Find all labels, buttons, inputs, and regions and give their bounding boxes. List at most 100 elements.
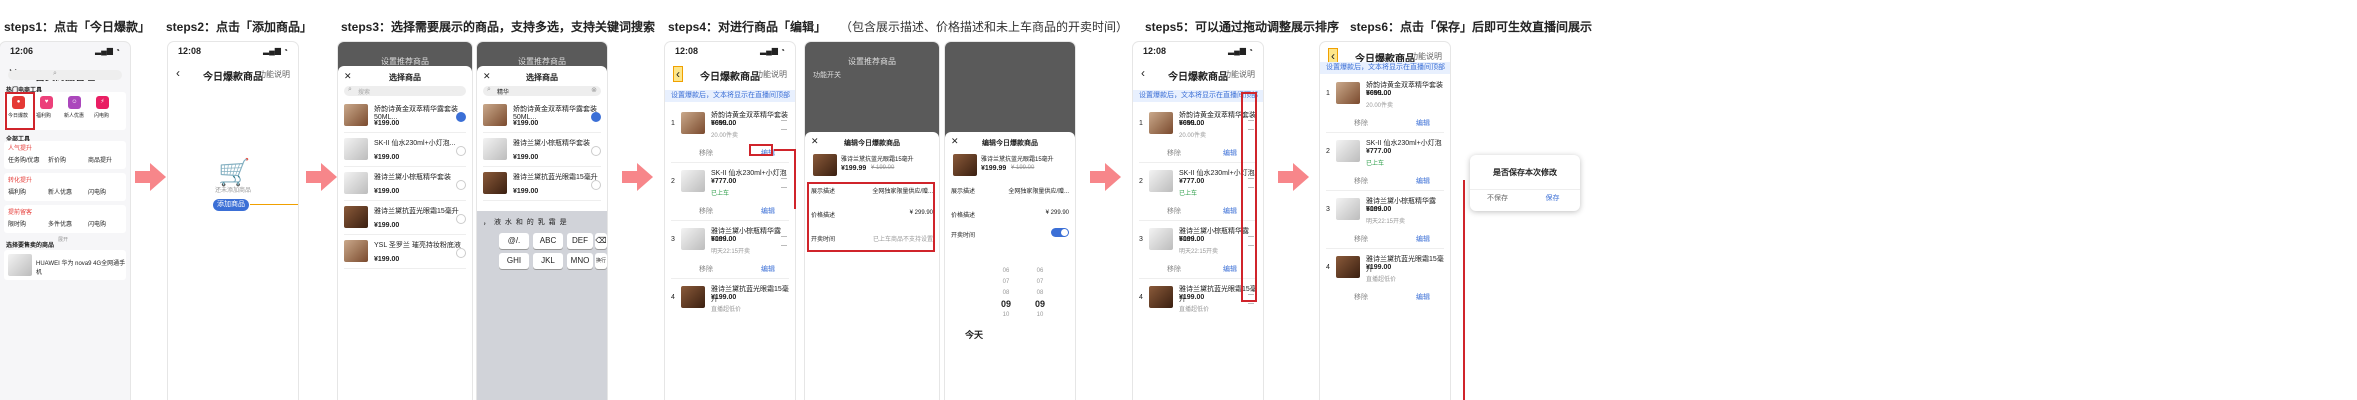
key[interactable]: ABC [533, 233, 563, 249]
edit-button[interactable]: 编辑 [1416, 118, 1430, 128]
drag-handle-icon[interactable] [781, 120, 787, 130]
add-product-button[interactable]: 添加商品 [213, 199, 249, 211]
product-row[interactable]: 雅诗兰黛抗蓝光眼霜15毫升 ¥199.00 [344, 202, 466, 235]
product-checkbox[interactable] [456, 214, 466, 224]
section-b-title: 转化提升 [8, 178, 33, 184]
help-link[interactable]: 功能说明 [1223, 69, 1255, 80]
product-row[interactable]: YSL 圣罗兰 璀亮持妆粉底液 ¥199.00 [344, 236, 466, 269]
remove-button[interactable]: 移除 [1354, 234, 1368, 244]
nosave-button[interactable]: 不保存 [1470, 193, 1525, 203]
c-item-3[interactable]: 闪电购 [88, 219, 106, 228]
newline-key[interactable]: 换行 [595, 253, 607, 269]
field-start-time-label: 开卖时间 [951, 233, 976, 239]
product-row[interactable]: HUAWEI 华为 nova9 4G全网通手机 [4, 250, 126, 280]
product-thumb [1149, 170, 1173, 192]
help-link[interactable]: 功能说明 [755, 69, 787, 80]
step3-title: steps3：选择需要展示的商品，支持多选，支持关键词搜索 [341, 20, 656, 34]
edit-button[interactable]: 编辑 [761, 264, 775, 274]
list-item[interactable]: 4 雅诗兰黛抗蓝光眼霜15毫升 ¥199.00 直播超低价 [1139, 280, 1257, 336]
candidate-bar[interactable]: ， 液 水 和 的 乳 霜 是 [483, 217, 568, 227]
edit-button[interactable]: 编辑 [1223, 264, 1237, 274]
select-sheet: ✕ 选择商品 ⌕ 搜索 娇韵诗黄金双萃精华露套装50ML... ¥199.00 … [338, 66, 472, 400]
c-item-1[interactable]: 限时购 [8, 219, 26, 228]
product-price: ¥699.00 [1366, 90, 1392, 97]
product-checkbox[interactable] [456, 248, 466, 258]
section-c: 提前留客 限时购 多件优惠 闪电购 [4, 205, 126, 233]
delete-key[interactable]: ⌫ [595, 233, 607, 249]
product-checkbox[interactable] [456, 180, 466, 190]
picker-minutes[interactable]: 06 07 08 09 10 [1035, 266, 1045, 321]
key[interactable]: MNO [567, 253, 593, 269]
search-input[interactable]: ⌕ 精华 ⊗ [483, 86, 601, 96]
product-thumb [1149, 112, 1173, 134]
b-item-3[interactable]: 闪电购 [88, 187, 106, 196]
b-item-1[interactable]: 福利购 [8, 187, 26, 196]
remove-button[interactable]: 移除 [699, 206, 713, 216]
edit-button[interactable]: 编辑 [1416, 176, 1430, 186]
a-item-2[interactable]: 折价购 [48, 155, 66, 164]
product-checkbox[interactable] [591, 146, 601, 156]
start-time-toggle[interactable] [1051, 228, 1069, 237]
clear-icon[interactable]: ⊗ [591, 86, 597, 94]
field-price-desc[interactable]: 价格描述 ¥ 299.90 [951, 210, 1069, 219]
product-row[interactable]: 娇韵诗黄金双萃精华露套装50ML... ¥199.00 [344, 100, 466, 133]
product-sub: 明天22:15开卖 [711, 249, 751, 255]
product-sub: 直播超低价 [711, 307, 742, 313]
list-item[interactable]: 2 SK-II 仙水230ml+小灯泡 ¥777.00 已上车 移除 编辑 [1139, 164, 1257, 221]
product-row[interactable]: 雅诗兰黛抗蓝光眼霜15毫升 ¥199.00 [483, 168, 601, 201]
product-checkbox[interactable] [591, 112, 601, 122]
tool-welfare[interactable]: 福利购 [36, 112, 51, 119]
picker-hours[interactable]: 06 07 08 09 10 [1001, 266, 1011, 321]
product-row[interactable]: 雅诗兰黛小棕瓶精华套装 ¥199.00 [483, 134, 601, 167]
remove-button[interactable]: 移除 [1167, 206, 1181, 216]
search-bar[interactable]: ⌕ [8, 70, 122, 80]
picker-day[interactable]: 今天 [965, 328, 983, 341]
remove-button[interactable]: 移除 [699, 148, 713, 158]
edit-button[interactable]: 编辑 [1416, 234, 1430, 244]
drag-handle-icon[interactable] [781, 178, 787, 188]
key[interactable]: @/. [499, 233, 529, 249]
edit-button[interactable]: 编辑 [1223, 148, 1237, 158]
a-item-1[interactable]: 任务购/优惠 [8, 155, 40, 164]
product-row[interactable]: 娇韵诗黄金双萃精华露套装50ML... ¥199.00 [483, 100, 601, 133]
modal-title: 是否保存本次修改 [1493, 168, 1557, 177]
list-item: 3 雅诗兰黛小棕瓶精华露50ml... ¥199.00 明天22:15开卖 移除… [671, 222, 789, 279]
save-button[interactable]: 保存 [1525, 193, 1580, 203]
help-link[interactable]: 功能说明 [258, 69, 290, 80]
product-checkbox[interactable] [591, 180, 601, 190]
product-checkbox[interactable] [456, 146, 466, 156]
drag-handle-icon[interactable] [781, 236, 787, 246]
tool-flash[interactable]: 闪电购 [94, 112, 109, 119]
expand-link[interactable]: 展开 [58, 236, 68, 243]
remove-button[interactable]: 移除 [1167, 264, 1181, 274]
edit-button[interactable]: 编辑 [761, 206, 775, 216]
edit-button[interactable]: 编辑 [1416, 292, 1430, 302]
gift-icon[interactable]: ♥ [40, 96, 53, 109]
key[interactable]: JKL [533, 253, 563, 269]
product-checkbox[interactable] [456, 112, 466, 122]
product-price: ¥699.00 [1179, 120, 1205, 127]
key[interactable]: DEF [567, 233, 593, 249]
product-row[interactable]: 雅诗兰黛小棕瓶精华套装 ¥199.00 [344, 168, 466, 201]
product-row[interactable]: SK-II 仙水230ml+小灯泡... ¥199.00 [344, 134, 466, 167]
c-item-2[interactable]: 多件优惠 [48, 219, 72, 228]
edit-button[interactable]: 编辑 [1223, 206, 1237, 216]
tool-newuser[interactable]: 新人优惠 [64, 112, 84, 119]
b-item-2[interactable]: 新人优惠 [48, 187, 72, 196]
key[interactable]: GHI [499, 253, 529, 269]
highlight-today-hot [5, 92, 35, 130]
list-item[interactable]: 3 雅诗兰黛小棕瓶精华露50ml... ¥199.00 明天22:15开卖 移除… [1139, 222, 1257, 279]
remove-button[interactable]: 移除 [1354, 176, 1368, 186]
product-price: ¥199.00 [1179, 294, 1205, 301]
remove-button[interactable]: 移除 [1354, 292, 1368, 302]
remove-button[interactable]: 移除 [1354, 118, 1368, 128]
list-item[interactable]: 1 娇韵诗黄金双萃精华套装50ML... ¥699.00 20.00件卖 移除 … [1139, 106, 1257, 163]
remove-button[interactable]: 移除 [1167, 148, 1181, 158]
a-item-3[interactable]: 商品提升 [88, 155, 112, 164]
remove-button[interactable]: 移除 [699, 264, 713, 274]
user-icon[interactable]: ☺ [68, 96, 81, 109]
field-display-desc[interactable]: 展示描述 全网独家限量供应/赠... [951, 186, 1069, 195]
search-input[interactable]: ⌕ 搜索 [344, 86, 466, 96]
flash-icon[interactable]: ⚡ [96, 96, 109, 109]
help-link[interactable]: 功能说明 [1410, 51, 1442, 62]
